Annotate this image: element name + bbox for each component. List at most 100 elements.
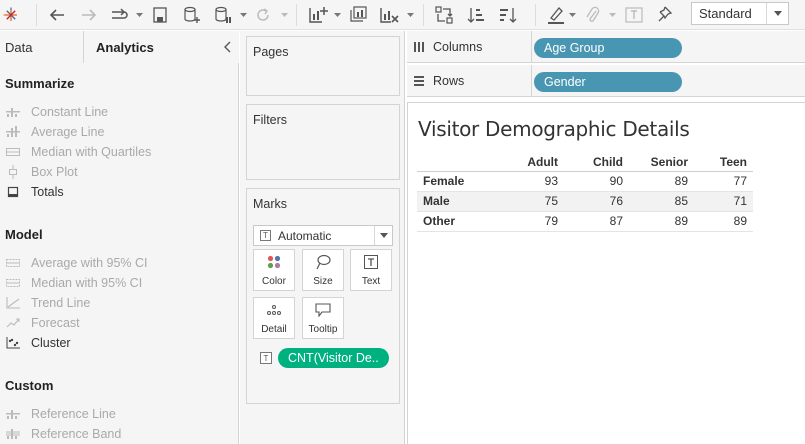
cluster-icon: [5, 336, 21, 350]
label-icon[interactable]: [624, 4, 644, 26]
sort-descending-icon[interactable]: [498, 4, 518, 26]
swap-icon[interactable]: [434, 4, 454, 26]
analytics-item-median-quartiles[interactable]: Median with Quartiles: [5, 143, 151, 161]
chevron-down-icon[interactable]: [608, 4, 616, 26]
refresh-icon[interactable]: [253, 4, 273, 26]
clear-sheet-icon[interactable]: [378, 4, 400, 26]
analytics-item-trend-line[interactable]: Trend Line: [5, 294, 90, 312]
table-cell[interactable]: 76: [558, 191, 623, 212]
redo-icon[interactable]: [79, 4, 99, 26]
chevron-down-icon[interactable]: [135, 4, 143, 26]
marks-card: Marks T Automatic: [246, 188, 400, 404]
group-icon[interactable]: [584, 4, 602, 26]
chevron-down-icon[interactable]: [406, 4, 414, 26]
table-cell[interactable]: 89: [623, 211, 688, 232]
analytics-item-label: Average with 95% CI: [31, 256, 148, 270]
table-cell[interactable]: 71: [688, 191, 753, 212]
chevron-down-icon[interactable]: [239, 4, 247, 26]
section-title-custom: Custom: [5, 378, 54, 393]
marks-tooltip-label: Tooltip: [308, 324, 338, 335]
marks-color-button[interactable]: Color: [253, 249, 295, 291]
analytics-item-label: Totals: [31, 185, 64, 199]
box-plot-icon: [5, 165, 21, 179]
analytics-item-label: Trend Line: [31, 296, 91, 310]
table-row: Female 93 90 89 77: [417, 171, 753, 192]
column-header[interactable]: Child: [558, 153, 623, 172]
highlight-icon[interactable]: [546, 4, 566, 26]
chevron-down-icon[interactable]: [568, 4, 576, 26]
chevron-down-icon[interactable]: [333, 4, 341, 26]
worksheet-title[interactable]: Visitor Demographic Details: [418, 117, 690, 141]
table-cell[interactable]: 89: [623, 171, 688, 192]
new-worksheet-icon[interactable]: [307, 4, 329, 26]
pin-icon[interactable]: [654, 4, 674, 26]
marks-color-label: Color: [262, 276, 286, 287]
analytics-item-constant-line[interactable]: Constant Line: [5, 103, 108, 121]
median-quartiles-icon: [5, 145, 21, 159]
row-header[interactable]: Other: [417, 211, 467, 232]
median-ci-icon: [5, 276, 21, 290]
analytics-item-label: Constant Line: [31, 105, 109, 119]
analytics-item-totals[interactable]: Totals: [5, 183, 64, 201]
analytics-item-cluster[interactable]: Cluster: [5, 334, 71, 352]
tableau-logo-icon[interactable]: [2, 4, 20, 26]
marks-tooltip-button[interactable]: Tooltip: [302, 297, 344, 339]
save-icon[interactable]: [151, 4, 169, 26]
average-ci-icon: [5, 256, 21, 270]
table-cell[interactable]: 75: [467, 191, 558, 212]
table-cell[interactable]: 79: [467, 211, 558, 232]
marks-size-button[interactable]: Size: [302, 249, 344, 291]
corner-header: [417, 153, 467, 172]
table-cell[interactable]: 87: [558, 211, 623, 232]
columns-pill[interactable]: Age Group: [534, 38, 682, 58]
new-datasource-icon[interactable]: [182, 4, 202, 26]
table-cell[interactable]: 93: [467, 171, 558, 192]
toolbar-separator: [36, 4, 37, 26]
chevron-down-icon[interactable]: [766, 3, 788, 24]
average-line-icon: [5, 125, 21, 139]
analytics-item-reference-band[interactable]: Reference Band: [5, 425, 121, 443]
column-header[interactable]: Senior: [623, 153, 688, 172]
column-header[interactable]: Teen: [688, 153, 753, 172]
fit-select[interactable]: Standard: [691, 2, 789, 25]
trend-line-icon: [5, 296, 21, 310]
row-header[interactable]: Male: [417, 191, 467, 212]
marks-text-button[interactable]: Text: [350, 249, 392, 291]
analytics-item-median-ci[interactable]: Median with 95% CI: [5, 274, 142, 292]
tab-data[interactable]: Data: [0, 31, 84, 63]
undo-icon[interactable]: [47, 4, 67, 26]
column-header[interactable]: Adult: [467, 153, 558, 172]
rows-pill[interactable]: Gender: [534, 72, 682, 92]
table-cell[interactable]: 90: [558, 171, 623, 192]
table-cell[interactable]: 85: [623, 191, 688, 212]
toolbar-separator: [423, 4, 424, 26]
filters-card[interactable]: Filters: [246, 104, 400, 180]
analytics-item-forecast[interactable]: Forecast: [5, 314, 80, 332]
size-lasso-icon: [315, 252, 331, 272]
collapse-pane-icon[interactable]: [224, 41, 232, 56]
analytics-item-average-ci[interactable]: Average with 95% CI: [5, 254, 148, 272]
marks-detail-button[interactable]: Detail: [253, 297, 295, 339]
duplicate-sheet-icon[interactable]: [347, 4, 369, 26]
analytics-item-box-plot[interactable]: Box Plot: [5, 163, 78, 181]
analytics-pane: Data Analytics Summarize Constant Line A…: [0, 31, 239, 444]
marks-detail-label: Detail: [261, 324, 287, 335]
row-header[interactable]: Female: [417, 171, 467, 192]
analytics-item-reference-line[interactable]: Reference Line: [5, 405, 116, 423]
replay-icon[interactable]: [108, 4, 130, 26]
pages-card[interactable]: Pages: [246, 36, 400, 96]
chevron-down-icon[interactable]: [374, 226, 392, 245]
marks-size-label: Size: [313, 276, 333, 287]
sort-ascending-icon[interactable]: [466, 4, 486, 26]
marks-field-pill[interactable]: CNT(Visitor De..: [278, 348, 389, 368]
chevron-down-icon[interactable]: [280, 4, 288, 26]
table-row: Other 79 87 89 89: [417, 211, 753, 232]
table-cell[interactable]: 77: [688, 171, 753, 192]
table-cell[interactable]: 89: [688, 211, 753, 232]
tooltip-bubble-icon: [315, 300, 331, 320]
pause-updates-icon[interactable]: [213, 4, 233, 26]
mark-type-select[interactable]: T Automatic: [253, 225, 393, 246]
analytics-item-label: Reference Band: [31, 427, 122, 441]
tab-analytics[interactable]: Analytics: [84, 31, 239, 63]
analytics-item-average-line[interactable]: Average Line: [5, 123, 104, 141]
